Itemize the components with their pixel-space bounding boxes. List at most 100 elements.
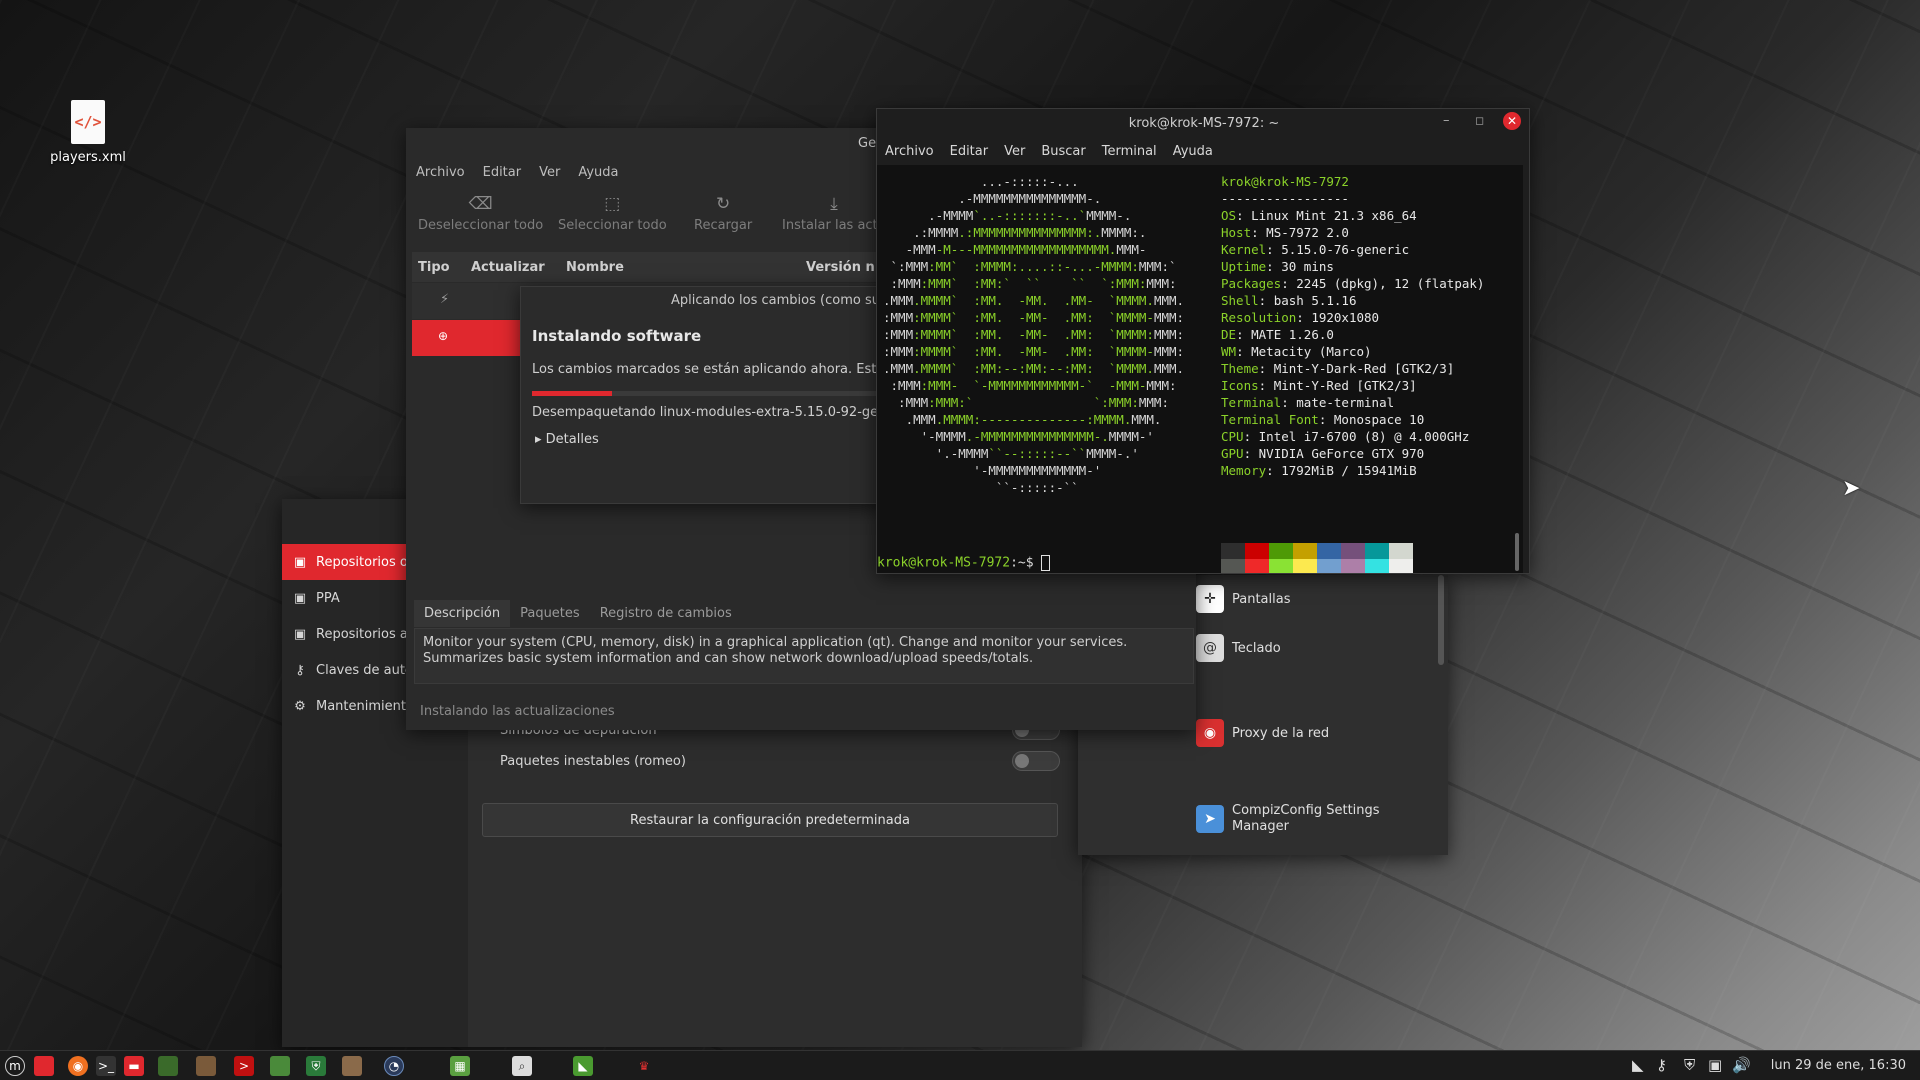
app-icon[interactable] bbox=[158, 1056, 178, 1076]
search-icon[interactable]: ⌕ bbox=[512, 1056, 532, 1076]
menu-ver[interactable]: Ver bbox=[1004, 144, 1025, 159]
tab-description[interactable]: Descripción bbox=[414, 600, 511, 627]
info-value: Intel i7-6700 (8) @ 4.000GHz bbox=[1258, 429, 1470, 444]
palette-swatch bbox=[1341, 559, 1365, 573]
info-value: Linux Mint 21.3 x86_64 bbox=[1251, 208, 1417, 223]
menu-terminal[interactable]: Terminal bbox=[1102, 144, 1157, 159]
menu-archivo[interactable]: Archivo bbox=[416, 165, 465, 180]
minimize-icon[interactable]: – bbox=[1443, 113, 1450, 128]
select-icon: ⬚ bbox=[604, 194, 621, 214]
color-palette bbox=[1221, 543, 1413, 573]
update-manager-task-icon[interactable] bbox=[270, 1056, 290, 1076]
cc-scrollbar[interactable] bbox=[1438, 575, 1444, 665]
xml-file-icon: </> bbox=[71, 100, 105, 144]
key-icon[interactable]: ⚷ bbox=[1656, 1056, 1667, 1074]
col-update[interactable]: Actualizar bbox=[471, 260, 566, 275]
details-tabs: Descripción Paquetes Registro de cambios bbox=[414, 600, 742, 627]
info-value: 1920x1080 bbox=[1311, 310, 1380, 325]
cc-item-compizconfig[interactable]: ➤ CompizConfig Settings Manager bbox=[1196, 803, 1436, 835]
tab-changelog[interactable]: Registro de cambios bbox=[590, 600, 742, 627]
info-value: 1792MiB / 15941MiB bbox=[1281, 463, 1417, 478]
cc-item-keyboard[interactable]: @ Teclado bbox=[1196, 634, 1436, 662]
palette-swatch bbox=[1221, 543, 1245, 559]
info-key: Uptime bbox=[1221, 259, 1267, 274]
files-icon[interactable]: ▬ bbox=[124, 1056, 144, 1076]
info-value: 30 mins bbox=[1281, 259, 1334, 274]
col-name[interactable]: Nombre bbox=[566, 260, 806, 275]
restore-defaults-button[interactable]: Restaurar la configuración predeterminad… bbox=[482, 803, 1058, 837]
menu-ayuda[interactable]: Ayuda bbox=[1173, 144, 1213, 159]
maximize-icon[interactable]: ◻ bbox=[1475, 114, 1484, 127]
show-desktop-icon[interactable] bbox=[34, 1056, 54, 1076]
taskbar: m ◉ >_ ▬ > ⛨ ◔ ▦ ⌕ ◣ ♛ ◣ ⚷ ⛨ ▣ 🔊 lun 29 … bbox=[0, 1050, 1920, 1080]
unstable-packages-toggle[interactable] bbox=[1012, 751, 1060, 771]
info-key: OS bbox=[1221, 208, 1237, 223]
install-updates-button[interactable]: ⤓ Instalar las actu bbox=[782, 194, 886, 233]
terminal-task-icon[interactable]: > bbox=[234, 1056, 254, 1076]
clock[interactable]: lun 29 de ene, 16:30 bbox=[1771, 1058, 1906, 1073]
mint-ascii-logo: ...-:::::-... .-MMMMMMMMMMMMMMM-. .-MMMM… bbox=[883, 174, 1185, 495]
key-icon: ⚷ bbox=[295, 662, 305, 678]
menu-editar[interactable]: Editar bbox=[950, 144, 989, 159]
deselect-all-button[interactable]: ⌫ Deseleccionar todo bbox=[418, 194, 543, 233]
package-icon[interactable] bbox=[342, 1056, 362, 1076]
info-value: MATE 1.26.0 bbox=[1251, 327, 1334, 342]
shield-icon[interactable]: ⛨ bbox=[1684, 1056, 1695, 1074]
reload-icon: ↻ bbox=[716, 194, 731, 214]
software-sources-task-icon[interactable]: ◔ bbox=[384, 1056, 404, 1076]
palette-swatch bbox=[1317, 543, 1341, 559]
terminal-scrollbar[interactable] bbox=[1515, 533, 1519, 571]
install-progress-bar bbox=[532, 391, 895, 396]
palette-swatch bbox=[1221, 559, 1245, 573]
mint-menu-icon[interactable]: m bbox=[5, 1056, 25, 1076]
info-value: Metacity (Marco) bbox=[1251, 344, 1372, 359]
desktop-file-players-xml[interactable]: </> players.xml bbox=[48, 100, 128, 165]
shield-icon[interactable]: ⛨ bbox=[306, 1056, 326, 1076]
menu-editar[interactable]: Editar bbox=[483, 165, 522, 180]
tab-packages[interactable]: Paquetes bbox=[510, 600, 590, 627]
cc-item-displays[interactable]: ✛ Pantallas bbox=[1196, 585, 1436, 613]
terminal-icon[interactable]: >_ bbox=[96, 1056, 116, 1076]
menu-ayuda[interactable]: Ayuda bbox=[578, 165, 618, 180]
col-type[interactable]: Tipo bbox=[412, 260, 471, 275]
terminal-prompt[interactable]: krok@krok-MS-7972:~$ bbox=[877, 555, 1051, 571]
calculator-icon[interactable]: ▦ bbox=[450, 1056, 470, 1076]
menu-ver[interactable]: Ver bbox=[539, 165, 560, 180]
info-key: Theme bbox=[1221, 361, 1259, 376]
info-value: 5.15.0-76-generic bbox=[1281, 242, 1410, 257]
firefox-icon[interactable]: ◉ bbox=[68, 1056, 88, 1076]
text-cursor bbox=[1041, 555, 1051, 571]
palette-swatch bbox=[1389, 559, 1413, 573]
palette-swatch bbox=[1245, 543, 1269, 559]
app-icon[interactable] bbox=[196, 1056, 216, 1076]
package-icon: ▣ bbox=[293, 590, 307, 606]
option-unstable-packages: Paquetes inestables (romeo) bbox=[500, 748, 1060, 774]
info-key: Host bbox=[1221, 225, 1252, 240]
info-key: Terminal Font bbox=[1221, 412, 1319, 427]
terminal-output[interactable]: ...-:::::-... .-MMMMMMMMMMMMMMM-. .-MMMM… bbox=[877, 165, 1523, 573]
info-key: WM bbox=[1221, 344, 1237, 359]
close-icon[interactable]: ✕ bbox=[1503, 112, 1521, 130]
network-icon[interactable]: ▣ bbox=[1708, 1056, 1722, 1074]
col-version[interactable]: Versión n bbox=[806, 260, 875, 275]
nvidia-tray-icon[interactable]: ◣ bbox=[1632, 1056, 1644, 1074]
details-expander[interactable]: ▸ Detalles bbox=[535, 432, 599, 447]
reload-button[interactable]: ↻ Recargar bbox=[694, 194, 752, 233]
palette-swatch bbox=[1341, 543, 1365, 559]
palette-swatch bbox=[1389, 543, 1413, 559]
palette-swatch bbox=[1365, 543, 1389, 559]
cc-item-network-proxy[interactable]: ◉ Proxy de la red bbox=[1196, 719, 1436, 747]
menu-buscar[interactable]: Buscar bbox=[1041, 144, 1085, 159]
nvidia-icon[interactable]: ◣ bbox=[573, 1056, 593, 1076]
package-description: Monitor your system (CPU, memory, disk) … bbox=[414, 628, 1194, 684]
app-icon[interactable]: ♛ bbox=[634, 1056, 654, 1076]
dialog-heading: Instalando software bbox=[532, 327, 702, 345]
volume-icon[interactable]: 🔊 bbox=[1732, 1056, 1751, 1074]
info-value: MS-7972 2.0 bbox=[1266, 225, 1349, 240]
security-update-icon: ⚡ bbox=[440, 292, 450, 307]
dialog-title: Aplicando los cambios (como supe bbox=[671, 293, 896, 308]
palette-swatch bbox=[1317, 559, 1341, 573]
select-all-button[interactable]: ⬚ Seleccionar todo bbox=[558, 194, 667, 233]
info-key: Kernel bbox=[1221, 242, 1267, 257]
menu-archivo[interactable]: Archivo bbox=[885, 144, 934, 159]
